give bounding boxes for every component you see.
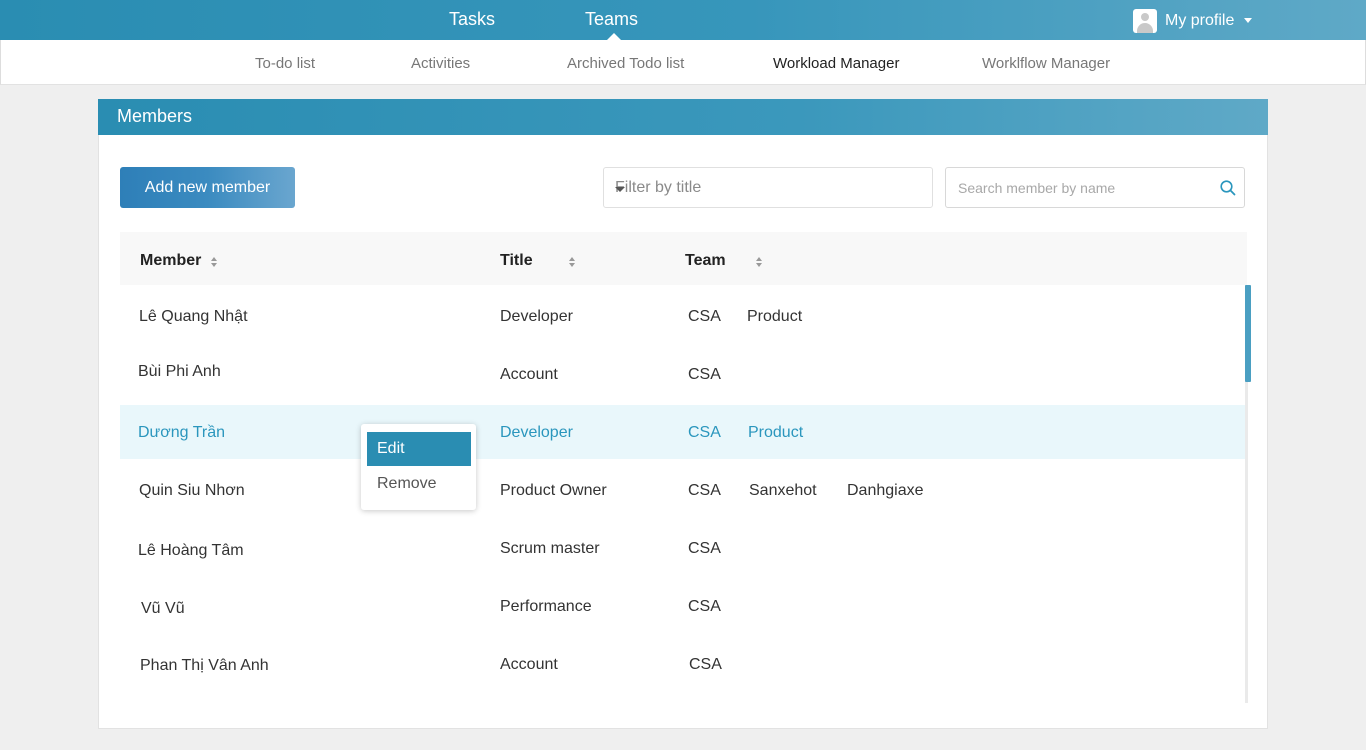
member-name[interactable]: Lê Quang Nhật (139, 308, 248, 326)
team-tag: CSA (688, 366, 721, 383)
member-title: Performance (500, 598, 592, 615)
team-tag: Product (747, 308, 803, 325)
search-input[interactable] (958, 178, 1208, 198)
sub-navigation: To-do list Activities Archived Todo list… (0, 40, 1366, 85)
subnav-todo-list[interactable]: To-do list (255, 55, 315, 72)
member-name[interactable]: Dương Trần (138, 424, 225, 442)
team-tag: Sanxehot (749, 482, 817, 499)
sort-icon[interactable] (211, 257, 219, 267)
panel-title: Members (98, 99, 1268, 135)
sort-icon[interactable] (569, 257, 577, 267)
member-name[interactable]: Bùi Phi Anh (138, 363, 221, 381)
avatar-icon (1133, 8, 1157, 33)
column-team[interactable]: Team (685, 252, 726, 270)
remove-menu-item[interactable]: Remove (367, 467, 471, 501)
member-title: Scrum master (500, 540, 600, 557)
member-title: Developer (500, 424, 573, 441)
member-name[interactable]: Vũ Vũ (141, 600, 185, 618)
add-new-member-button[interactable]: Add new member (120, 167, 295, 208)
team-tag: CSA (688, 308, 721, 325)
search-icon[interactable] (1219, 179, 1237, 197)
edit-menu-item[interactable]: Edit (367, 432, 471, 466)
subnav-workflow-manager[interactable]: Worklflow Manager (982, 55, 1110, 72)
table-row[interactable]: Vũ Vũ Performance CSA (120, 581, 1247, 635)
table-row[interactable]: Lê Hoàng Tâm Scrum master CSA (120, 523, 1247, 577)
team-tag: CSA (688, 598, 721, 615)
member-title: Account (500, 366, 558, 383)
subnav-activities[interactable]: Activities (411, 55, 470, 72)
top-bar: Tasks Teams My profile (0, 0, 1366, 40)
member-search (945, 167, 1245, 208)
filter-placeholder: Filter by title (615, 179, 702, 196)
table-row[interactable]: Lê Quang Nhật Developer CSA Product (120, 291, 1247, 345)
table-row[interactable]: Quin Siu Nhơn Product Owner CSA Sanxehot… (120, 465, 1247, 519)
members-panel: Members Add new member Filter by title M… (98, 99, 1268, 729)
table-row-selected[interactable]: Dương Trần Developer CSA Product (120, 405, 1247, 459)
member-title: Account (500, 656, 558, 673)
chevron-down-icon (1244, 18, 1253, 23)
row-context-menu: Edit Remove (361, 424, 476, 510)
team-tag: Danhgiaxe (847, 482, 924, 499)
member-title: Developer (500, 308, 573, 325)
member-name[interactable]: Lê Hoàng Tâm (138, 542, 244, 560)
team-tag: CSA (689, 656, 722, 673)
subnav-archived-todo-list[interactable]: Archived Todo list (567, 55, 684, 72)
nav-teams-label: Teams (585, 9, 639, 29)
sort-icon[interactable] (756, 257, 764, 267)
filter-by-title-select[interactable]: Filter by title (603, 167, 933, 208)
nav-tasks[interactable]: Tasks (449, 0, 495, 40)
subnav-workload-manager[interactable]: Workload Manager (773, 55, 899, 72)
scrollbar-thumb[interactable] (1245, 285, 1251, 382)
team-tag: CSA (688, 482, 721, 499)
team-tag: CSA (688, 540, 721, 557)
nav-teams[interactable]: Teams (585, 0, 638, 40)
table-row[interactable]: Bùi Phi Anh Account CSA (120, 349, 1247, 403)
member-title: Product Owner (500, 482, 607, 499)
table-row[interactable]: Phan Thị Vân Anh Account CSA (120, 639, 1247, 693)
team-tag: CSA (688, 424, 721, 441)
profile-label: My profile (1165, 11, 1235, 29)
team-tag: Product (748, 424, 804, 441)
active-indicator-icon (607, 33, 621, 40)
chevron-down-icon (615, 187, 625, 192)
member-name[interactable]: Phan Thị Vân Anh (140, 657, 269, 675)
column-member[interactable]: Member (140, 252, 201, 270)
table-header: Member Title Team (120, 232, 1247, 285)
column-title[interactable]: Title (500, 252, 533, 270)
member-name[interactable]: Quin Siu Nhơn (139, 482, 245, 500)
profile-menu[interactable]: My profile (1133, 8, 1253, 33)
